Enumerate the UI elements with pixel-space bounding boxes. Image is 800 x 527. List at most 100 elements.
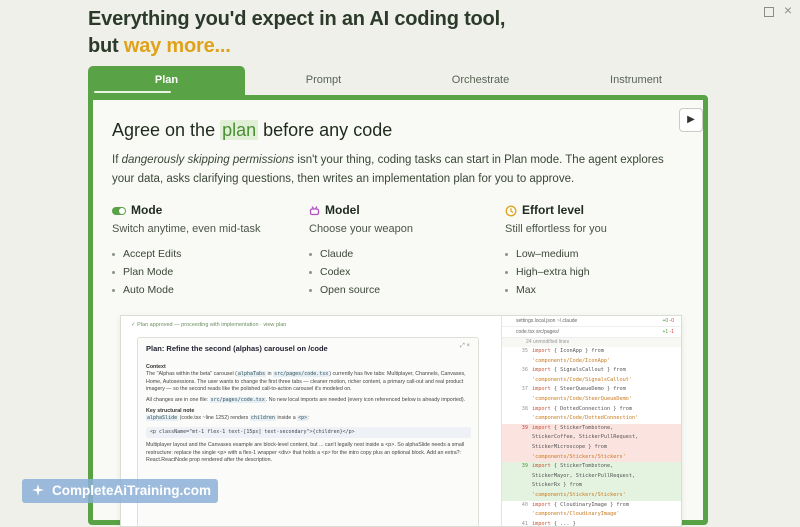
diff-keyword: import [532,501,551,508]
diff-code: { StickerTombstone, [550,424,614,431]
diff-line-number: 41 [521,520,528,527]
diff-line-number: 39 [521,424,528,431]
diff-line: 38 import { DottedConnection } from [502,405,681,415]
column-title: Mode [131,203,163,217]
diff-lines: 35 import { IconApp } from 'components/Co… [502,347,681,527]
plan-text: All changes are in one file: [146,396,210,403]
diff-line: 'components/Code/SteerQueueDemo' [502,395,681,405]
plan-paragraph: Multiplayer layout and the Canvases exam… [146,442,465,464]
column-mode-list: Accept Edits Plan Mode Auto Mode [112,245,302,299]
diff-code: 'components/CloudinaryImage' [532,511,620,518]
column-subtitle: Choose your weapon [309,223,413,235]
column-model-list: Claude Codex Open source [309,245,499,299]
tab-instrument[interactable]: Instrument [559,66,713,96]
diff-code: { IconApp } from [550,348,604,354]
diff-line: StickerMicroscope } from [502,442,681,453]
list-item: Claude [309,245,499,263]
tab-prompt[interactable]: Prompt [245,66,402,96]
maximize-icon[interactable] [764,7,774,17]
diff-keyword: import [532,520,551,527]
plan-code-inline: <p> [297,415,309,422]
diff-code: { CloudinaryImage } from [550,501,629,508]
diff-code: 'components/Code/DottedConnection' [532,415,639,422]
diff-removed-count: -1 [669,329,674,335]
diff-file-tab[interactable]: settings.local.json ~/.claude +0 -0 [502,316,681,327]
column-mode-heading: Mode [112,201,302,219]
diff-code: { ... } [550,520,576,527]
diff-line-number: 36 [521,367,528,374]
diff-code: 'components/Code/SignalsCallout' [532,376,632,383]
diff-keyword: import [532,424,551,431]
plan-paragraph: alphaSlide (code.tsx ~line 1252) renders… [146,415,471,422]
plan-paragraph: The "Alphas within the beta" carousel (a… [146,371,471,393]
card-description: If dangerously skipping permissions isn'… [112,151,677,189]
desc-italic: dangerously skipping permissions [121,154,295,166]
plan-text: inside a [275,415,298,422]
diff-keyword: import [532,405,551,412]
plan-code-block: <p className="mt-1 flex-1 text-[15px] te… [146,426,471,439]
diff-keyword: import [532,386,551,393]
diff-keyword: import [532,348,551,354]
diff-code: { SteerQueueDemo } from [550,386,626,393]
diff-added-count: +0 [662,318,669,324]
diff-line: 'components/Code/IconApp' [502,357,681,367]
diff-keyword: import [532,367,551,374]
column-title: Model [325,203,360,217]
plan-text: . No new local imports are needed (every… [265,396,466,403]
plan-code-inline: children [249,415,276,422]
diff-line: 'components/Stickers/Stickers' [502,490,681,501]
tab-orchestrate[interactable]: Orchestrate [402,66,559,96]
diff-code: { StickerTombstone, [550,463,614,470]
list-item: Open source [309,281,499,299]
diff-line: 'components/Stickers/Stickers' [502,452,681,463]
diff-line: 40 import { CloudinaryImage } from [502,501,681,511]
tab-plan[interactable]: Plan [88,66,245,96]
diff-line-number: 39 [521,463,528,470]
list-item: High–extra high [505,263,695,281]
diff-stat: +1 -1 [662,327,674,337]
diff-stat: +0 -0 [662,316,674,326]
plan-title: Plan: Refine the second (alphas) carouse… [146,344,328,353]
plan-paragraph: All changes are in one file: src/pages/c… [146,396,471,404]
plan-body: Context The "Alphas within the beta" car… [146,360,471,464]
diff-line-number: 38 [521,405,528,412]
diff-line: 36 import { SignalsCallout } from [502,366,681,376]
diff-line: 'components/Code/DottedConnection' [502,414,681,424]
plan-text: (code.tsx ~line 1252) renders [178,415,250,422]
column-subtitle: Still effortless for you [505,223,607,235]
plan-text: : [308,415,310,422]
list-item: Max [505,281,695,299]
diff-code: StickerRx } from [532,482,582,489]
diff-file-name: settings.local.json ~/.claude [516,318,578,324]
diff-code: 'components/Stickers/Stickers' [532,453,626,460]
feature-tabs: Plan Prompt Orchestrate Instrument [88,66,713,96]
diff-viewer: settings.local.json ~/.claude +0 -0 code.… [501,316,681,527]
diff-file-name: code.tsx src/pages/ [516,329,560,335]
diff-line: 35 import { IconApp } from [502,347,681,357]
title-highlight: plan [220,120,259,140]
toggle-icon [112,206,126,215]
headline-accent: way more... [123,35,231,57]
desc-prefix: If [112,154,122,166]
diff-line: StickerMayor, StickerPullRequest, [502,471,681,482]
diff-line: 'components/Code/SignalsCallout' [502,376,681,386]
plan-code-inline: alphaSlide [146,415,179,422]
tab-plan-label: Plan [154,74,179,86]
diff-code: StickerMicroscope } from [532,443,607,450]
plan-code-inline: src/pages/code.tsx [209,396,266,403]
diff-file-tab[interactable]: code.tsx src/pages/ +1 -1 [502,327,681,338]
list-item: Codex [309,263,499,281]
sparkle-icon [32,484,44,496]
column-model: Model Choose your weapon Claude Codex Op… [309,201,499,299]
close-icon[interactable]: × [784,2,792,18]
headline-line2: but way more... [88,33,505,60]
plan-window-icons[interactable]: ⤢ × [460,343,470,350]
plan-text: The "Alphas within the beta" carousel ( [146,371,237,378]
diff-unmodified-lines[interactable]: 24 unmodified lines [502,338,681,347]
column-effort-heading: Effort level [505,201,695,219]
headline-prefix: but [88,35,124,57]
diff-code: 'components/Stickers/Stickers' [532,491,626,498]
title-prefix: Agree on the [112,120,221,140]
diff-removed-count: -0 [669,318,674,324]
play-icon[interactable]: ▶ [679,108,703,132]
